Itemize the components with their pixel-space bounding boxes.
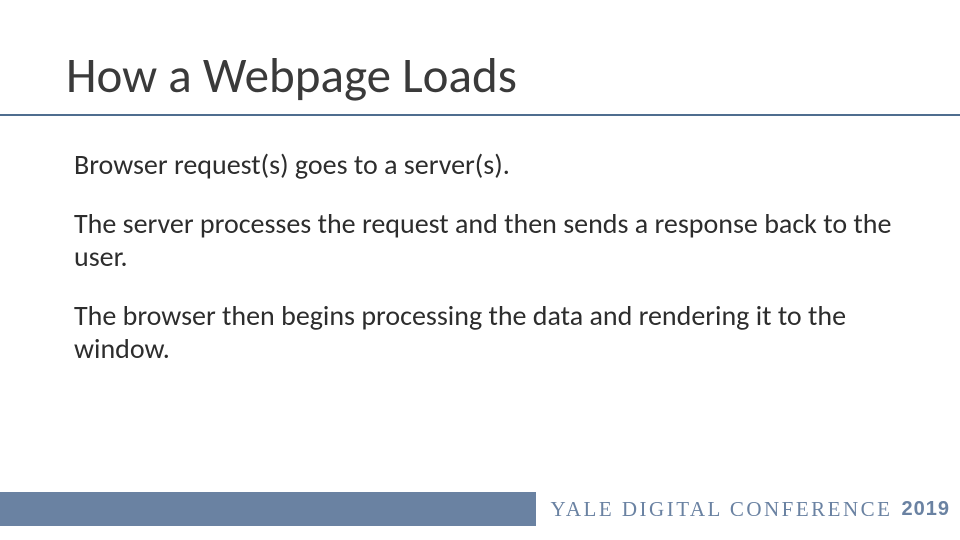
title-underline <box>0 114 960 116</box>
footer-year: 2019 <box>902 498 951 521</box>
slide-body: Browser request(s) goes to a server(s). … <box>74 148 900 391</box>
footer-brand-text: YALE DIGITAL CONFERENCE <box>550 497 892 522</box>
body-paragraph: The browser then begins processing the d… <box>74 299 900 365</box>
footer-brand: YALE DIGITAL CONFERENCE 2019 <box>536 492 960 526</box>
body-paragraph: Browser request(s) goes to a server(s). <box>74 148 900 181</box>
footer-fill <box>0 492 536 526</box>
slide-title: How a Webpage Loads <box>66 46 517 106</box>
footer-bar: YALE DIGITAL CONFERENCE 2019 <box>0 492 960 526</box>
slide: How a Webpage Loads Browser request(s) g… <box>0 0 960 540</box>
body-paragraph: The server processes the request and the… <box>74 207 900 273</box>
